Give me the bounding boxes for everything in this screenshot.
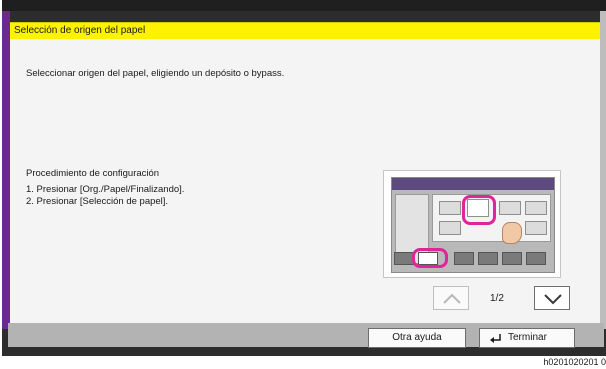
- other-help-label: Otra ayuda: [392, 332, 442, 343]
- chevron-up-icon: [443, 293, 461, 304]
- procedure-step: 1. Presionar [Org./Papel/Finalizando].: [26, 184, 185, 195]
- title-bar: Selección de origen del papel: [10, 22, 600, 39]
- chevron-down-icon: [544, 294, 562, 305]
- illustration-paper-icon: [525, 201, 547, 215]
- page-indicator: 1/2: [490, 293, 504, 304]
- illustration-tab: [526, 252, 546, 265]
- illustration-paper-icon: [499, 201, 521, 215]
- screen-left-accent: [2, 11, 10, 329]
- image-code: h0201020201 0: [543, 357, 606, 367]
- illustration-paper-icon: [525, 221, 547, 235]
- finish-label: Terminar: [508, 332, 547, 343]
- finish-button[interactable]: Terminar: [479, 328, 575, 348]
- illustration-highlight-ring: [462, 195, 496, 225]
- illustration-paper-icon: [439, 201, 461, 215]
- description-text: Seleccionar origen del papel, eligiendo …: [26, 68, 285, 79]
- other-help-button[interactable]: Otra ayuda: [368, 328, 466, 348]
- procedure-step: 2. Presionar [Selección de papel].: [26, 195, 169, 207]
- illustration-header: [392, 178, 554, 190]
- illustration-paper-icon: [439, 221, 461, 235]
- illustration-tab: [394, 252, 414, 265]
- procedure-illustration: [383, 170, 561, 278]
- illustration-tab: [454, 252, 474, 265]
- screen-right-edge: [600, 11, 606, 329]
- page-down-button[interactable]: [534, 286, 570, 310]
- screen-top-bar: [2, 0, 606, 11]
- procedure-title: Procedimiento de configuración: [26, 168, 160, 179]
- page-up-button[interactable]: [433, 286, 469, 310]
- illustration-tab: [502, 252, 522, 265]
- illustration-tab: [478, 252, 498, 265]
- illustration-highlight-ring: [412, 248, 448, 268]
- pointing-hand-icon: [502, 222, 522, 244]
- window-title: Selección de origen del papel: [14, 25, 146, 36]
- procedure-steps: 1. Presionar [Org./Papel/Finalizando]. 2…: [26, 184, 184, 207]
- return-arrow-icon: [490, 334, 501, 343]
- illustration-screen: [391, 177, 555, 273]
